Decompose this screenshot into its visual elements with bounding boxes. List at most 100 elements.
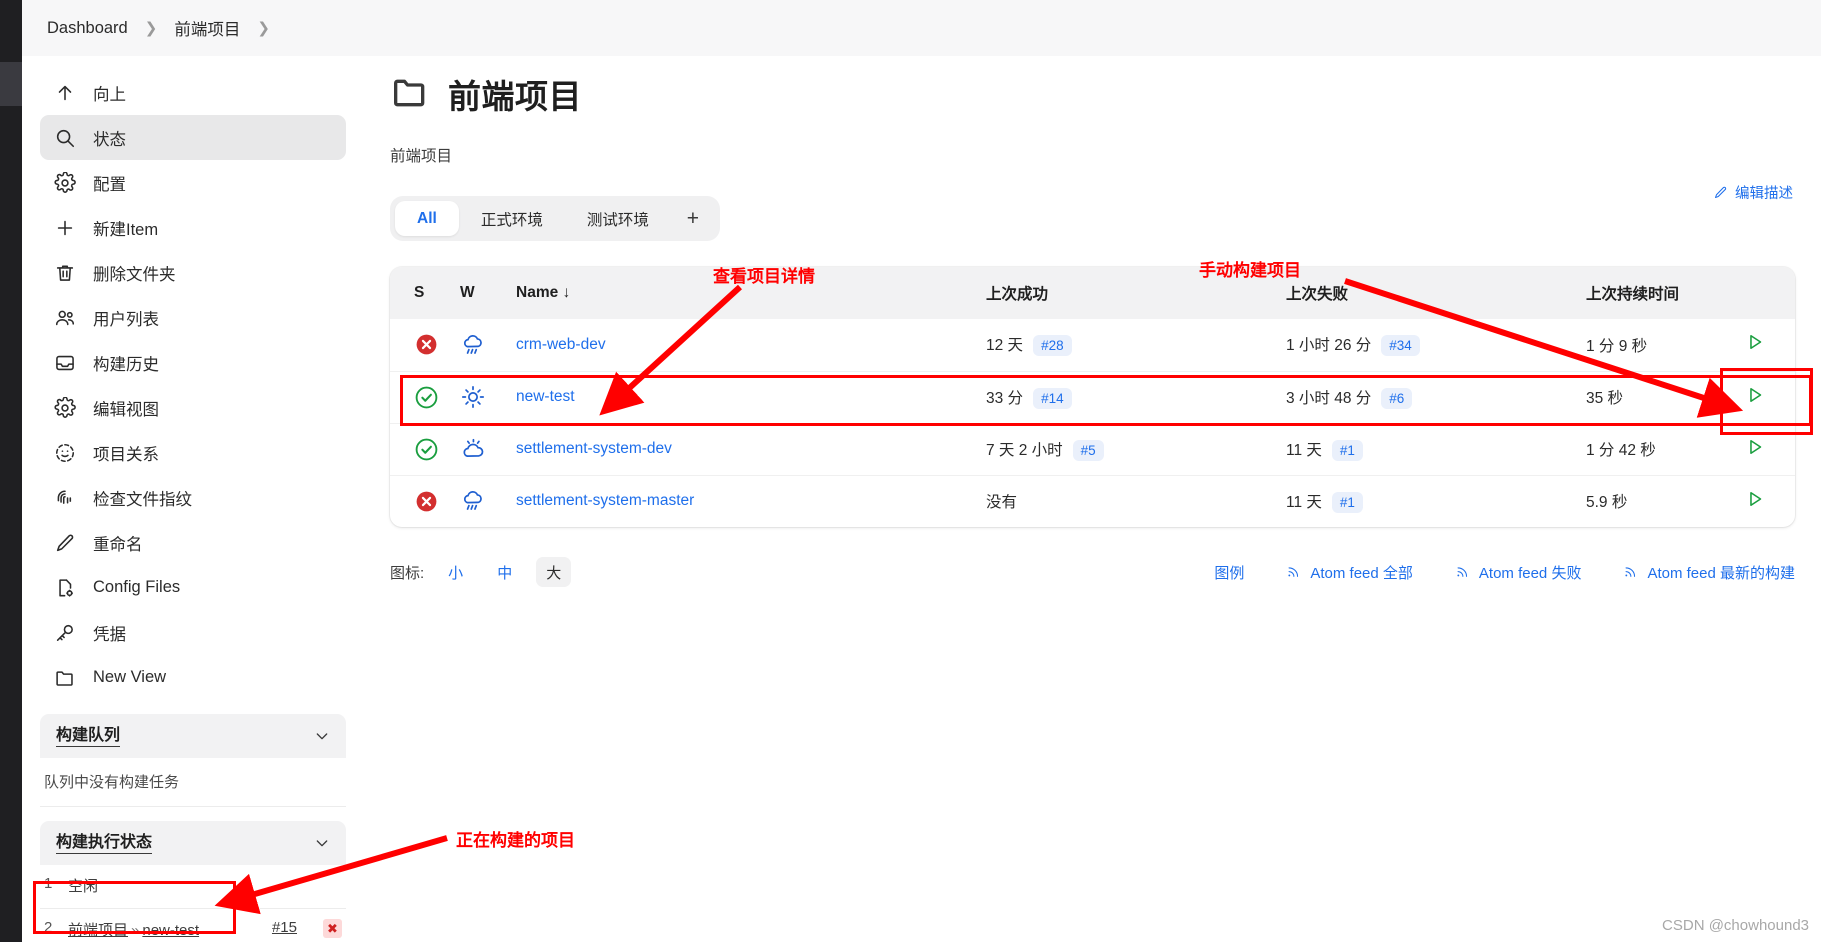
icon-size-medium[interactable]: 中 [487, 557, 522, 587]
cell-run [1715, 370, 1795, 423]
header-status[interactable]: S [390, 267, 452, 319]
cell-last-failure: 11 天 #1 [1278, 474, 1578, 527]
last-failure-build-badge[interactable]: #6 [1381, 387, 1413, 409]
job-link[interactable]: settlement-system-dev [516, 440, 672, 457]
sidebar-item-project-relationship[interactable]: 项目关系 [40, 430, 346, 475]
job-link[interactable]: settlement-system-master [516, 492, 694, 509]
pencil-icon [54, 532, 76, 554]
sidebar-item-label: 新建Item [93, 220, 159, 239]
header-last-failure[interactable]: 上次失败 [1278, 267, 1578, 319]
atom-feed-all-link[interactable]: Atom feed 全部 [1286, 562, 1413, 583]
sidebar-item-rename[interactable]: 重命名 [40, 520, 346, 565]
executor-folder-link[interactable]: 前端项目 [68, 922, 128, 939]
view-tabs: All 正式环境 测试环境 + [390, 196, 720, 241]
fingerprint-icon [54, 487, 76, 509]
trash-icon [54, 262, 76, 284]
chevron-down-icon[interactable] [314, 728, 330, 744]
weather-stormy-icon [460, 332, 486, 358]
job-link[interactable]: new-test [516, 388, 575, 405]
executor-job-link[interactable]: new-test [142, 922, 199, 939]
sidebar-item-credentials[interactable]: 凭据 [40, 610, 346, 655]
icon-size-small[interactable]: 小 [438, 557, 473, 587]
jobs-table: S W Name ↓ 上次成功 上次失败 上次持续时间 crm-web-dev … [390, 267, 1795, 527]
sidebar-item-new-view[interactable]: New View [40, 655, 346, 700]
sidebar-item-new-item[interactable]: 新建Item [40, 205, 346, 250]
cell-last-duration: 5.9 秒 [1578, 474, 1715, 527]
breadcrumb-item-folder[interactable]: 前端项目 [171, 14, 243, 42]
breadcrumb-item-dashboard[interactable]: Dashboard [44, 17, 131, 40]
header-last-duration[interactable]: 上次持续时间 [1578, 267, 1715, 319]
stop-build-icon[interactable]: ✖ [323, 919, 342, 938]
sidebar-item-status[interactable]: 状态 [40, 115, 346, 160]
executor-build-link[interactable]: #15 [272, 919, 297, 936]
chevron-down-icon[interactable] [314, 835, 330, 851]
job-link[interactable]: crm-web-dev [516, 336, 606, 353]
build-queue-header[interactable]: 构建队列 [40, 714, 346, 758]
last-success-build-badge[interactable]: #5 [1072, 439, 1104, 461]
page-title: 前端项目 [364, 56, 1821, 118]
run-build-icon[interactable] [1744, 488, 1766, 515]
sidebar-item-check-file-fingerprint[interactable]: 检查文件指纹 [40, 475, 346, 520]
folder-icon [390, 72, 430, 117]
search-icon [54, 127, 76, 149]
add-view-button[interactable]: + [671, 201, 715, 236]
cell-name: crm-web-dev [508, 319, 978, 371]
sidebar: 向上 状态 配置 新建Item 删除文件夹 用户列表 构建历史 编辑视图 项目关… [22, 56, 364, 942]
weather-stormy-icon [460, 488, 486, 514]
header-last-success[interactable]: 上次成功 [978, 267, 1278, 319]
last-success-build-badge[interactable]: #14 [1033, 387, 1072, 409]
last-failure-build-badge[interactable]: #1 [1331, 491, 1363, 513]
build-queue-title: 构建队列 [56, 726, 121, 747]
sidebar-item-label: 状态 [93, 130, 126, 149]
gear-icon [54, 396, 76, 419]
sidebar-item-label: Config Files [93, 578, 181, 596]
table-row: crm-web-dev 12 天 #28 1 小时 26 分 #34 1 分 9 秒 [390, 319, 1795, 371]
cell-name: new-test [508, 370, 978, 423]
edit-description-button[interactable]: 编辑描述 [1713, 182, 1793, 203]
cell-status [390, 422, 452, 475]
sidebar-item-label: 向上 [93, 85, 126, 104]
cell-name: settlement-system-dev [508, 422, 978, 475]
last-success-text: 33 分 [986, 389, 1024, 407]
tab-production[interactable]: 正式环境 [459, 201, 565, 236]
executor-row: 1 空闲 [40, 865, 346, 909]
cell-weather [452, 319, 508, 371]
folder-icon [54, 667, 76, 689]
edit-description-label: 编辑描述 [1735, 186, 1793, 202]
folder-description: 前端项目 [390, 148, 453, 165]
sidebar-item-configure[interactable]: 配置 [40, 160, 346, 205]
atom-feed-failed-link[interactable]: Atom feed 失败 [1455, 562, 1582, 583]
header-weather[interactable]: W [452, 267, 508, 319]
sidebar-item-delete-folder[interactable]: 删除文件夹 [40, 250, 346, 295]
tab-all[interactable]: All [395, 201, 459, 236]
tab-testing[interactable]: 测试环境 [565, 201, 671, 236]
atom-feed-failed-label: Atom feed 失败 [1478, 564, 1582, 582]
run-build-icon[interactable] [1744, 384, 1766, 411]
run-build-icon[interactable] [1744, 436, 1766, 463]
sidebar-item-config-files[interactable]: Config Files [40, 565, 346, 610]
cell-last-success: 没有 [978, 474, 1278, 527]
table-header-row: S W Name ↓ 上次成功 上次失败 上次持续时间 [390, 267, 1795, 319]
last-failure-build-badge[interactable]: #1 [1331, 439, 1363, 461]
sidebar-item-edit-view[interactable]: 编辑视图 [40, 385, 346, 430]
last-failure-build-badge[interactable]: #34 [1381, 335, 1420, 357]
breadcrumb-separator-icon: ❯ [144, 20, 158, 37]
header-name[interactable]: Name ↓ [508, 267, 978, 319]
sidebar-item-label: 删除文件夹 [93, 265, 176, 284]
cell-last-failure: 3 小时 48 分 #6 [1278, 370, 1578, 423]
executor-status: 空闲 [68, 878, 99, 895]
cell-last-success: 33 分 #14 [978, 370, 1278, 423]
atom-feed-latest-link[interactable]: Atom feed 最新的构建 [1623, 562, 1795, 583]
sidebar-item-build-history[interactable]: 构建历史 [40, 340, 346, 385]
build-executor-header[interactable]: 构建执行状态 [40, 821, 346, 865]
cell-status [390, 370, 452, 423]
sidebar-item-label: 重命名 [93, 535, 143, 554]
sidebar-item-user-list[interactable]: 用户列表 [40, 295, 346, 340]
last-success-build-badge[interactable]: #28 [1033, 335, 1072, 357]
rss-icon [1457, 567, 1467, 577]
legend-link[interactable]: 图例 [1214, 562, 1244, 583]
cell-run [1715, 422, 1795, 475]
icon-size-large[interactable]: 大 [536, 557, 572, 587]
run-build-icon[interactable] [1744, 331, 1766, 358]
sidebar-item-up[interactable]: 向上 [40, 70, 346, 115]
